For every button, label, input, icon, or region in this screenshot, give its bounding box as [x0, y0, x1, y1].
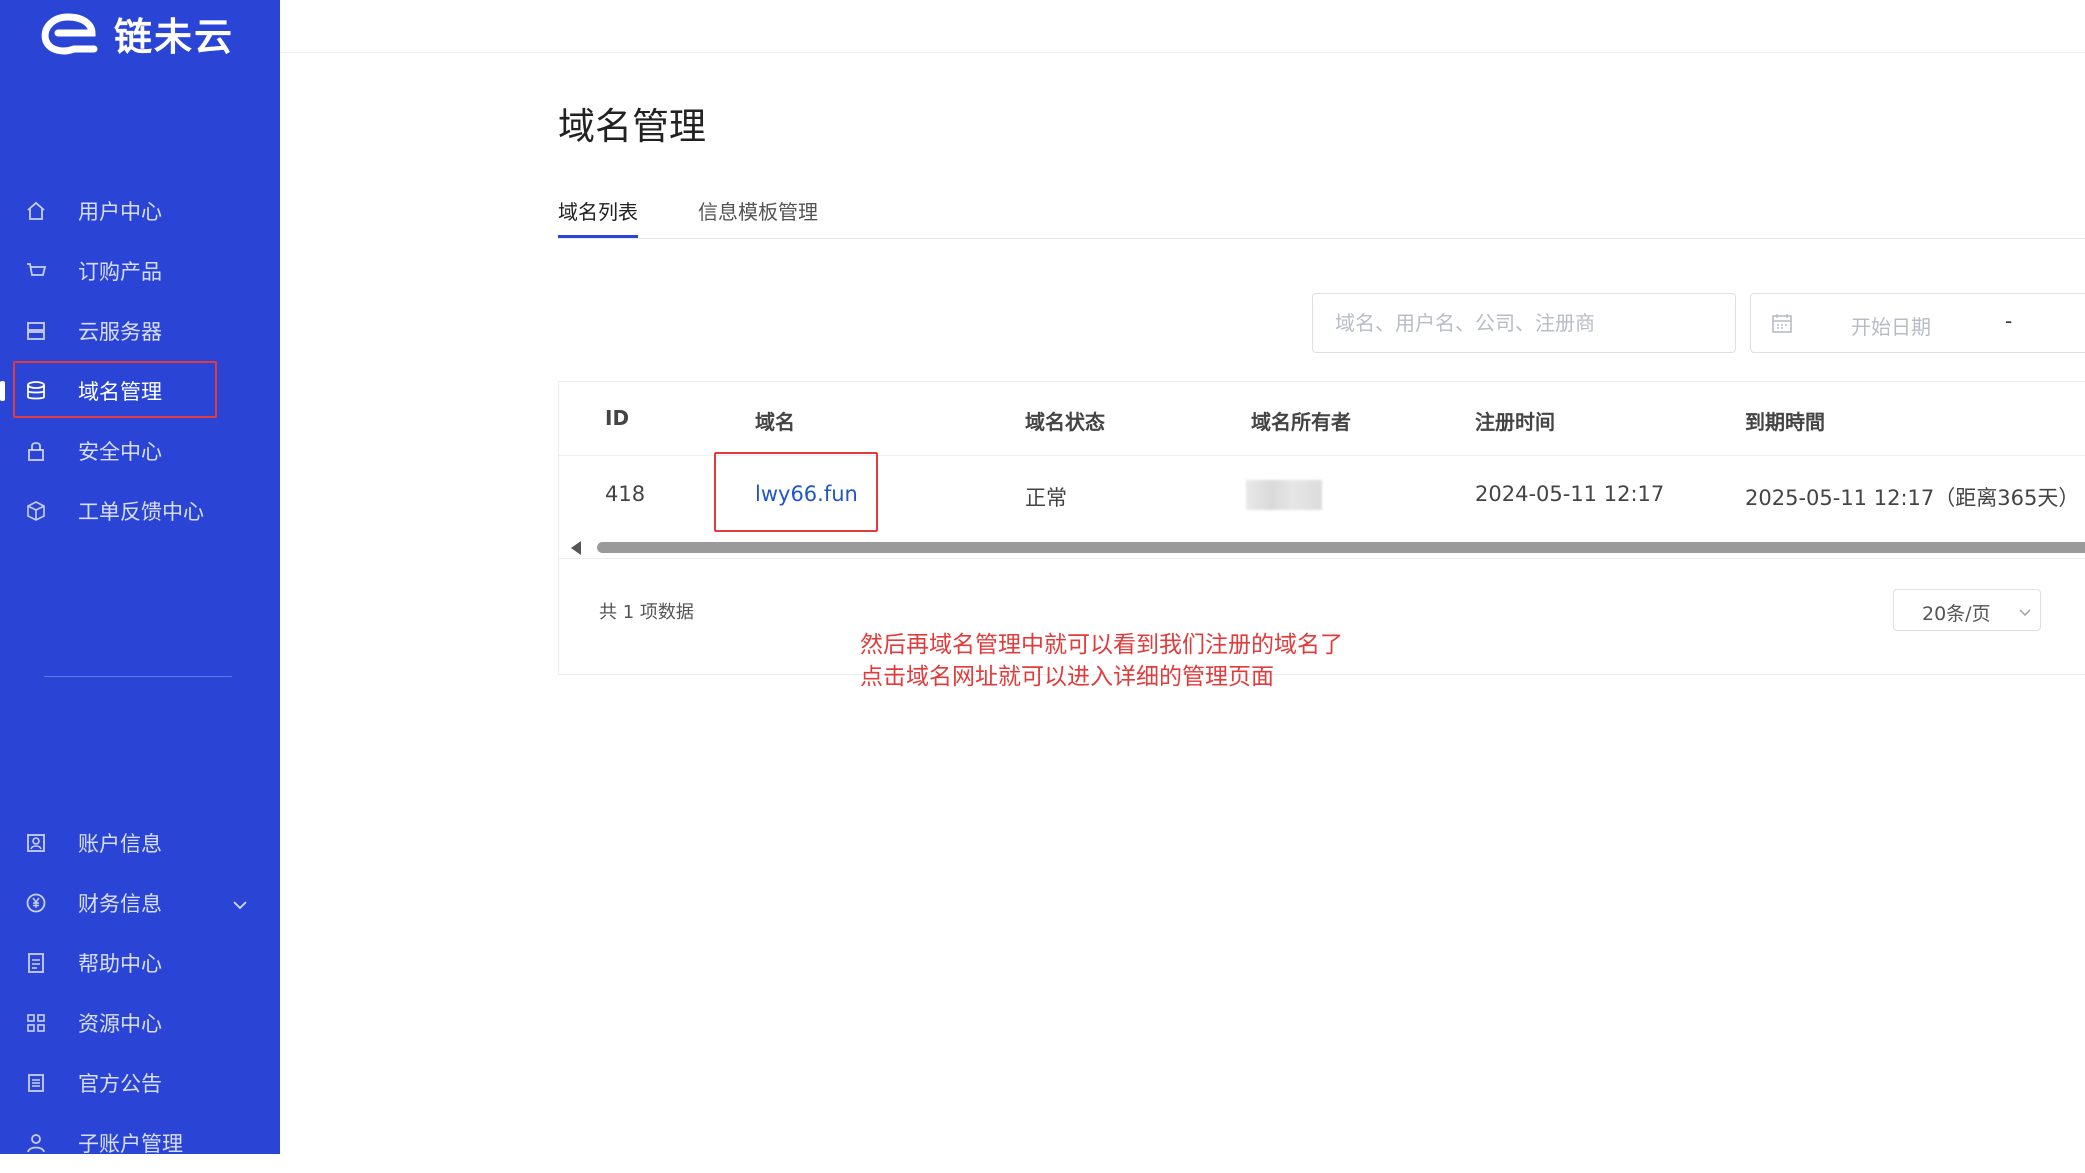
chevron-down-icon[interactable]	[232, 891, 248, 915]
user-card-icon	[24, 831, 48, 855]
highlight-box-sidebar	[13, 361, 217, 418]
notice-icon	[24, 1071, 48, 1095]
page-size-select[interactable]: 20条/页	[1893, 589, 2041, 631]
cell-status: 正常	[1025, 486, 1067, 510]
cube-icon	[24, 499, 48, 523]
sidebar-item-label: 订购产品	[78, 260, 162, 284]
sidebar-item-label: 用户中心	[78, 200, 162, 224]
sidebar-item-sub-account[interactable]: 子账户管理	[0, 1113, 280, 1173]
sidebar-item-label: 工单反馈中心	[78, 500, 204, 524]
cart-icon	[24, 259, 48, 283]
annotation-line-2: 点击域名网址就可以进入详细的管理页面	[860, 664, 1274, 690]
column-header-registered: 注册时间	[1475, 410, 1555, 434]
scrollbar-thumb[interactable]	[597, 542, 2085, 553]
doc-icon	[24, 951, 48, 975]
home-icon	[24, 199, 48, 223]
active-indicator	[0, 381, 5, 401]
column-header-expires: 到期時間	[1745, 410, 1825, 434]
sidebar-item-user-center[interactable]: 用户中心	[0, 181, 280, 241]
highlight-box-domain	[714, 452, 878, 532]
annotation-text: 然后再域名管理中就可以看到我们注册的域名了 点击域名网址就可以进入详细的管理页面	[860, 629, 1343, 693]
lock-icon	[24, 439, 48, 463]
date-range-picker[interactable]: 开始日期 -	[1750, 293, 2085, 353]
date-separator: -	[2005, 309, 2013, 333]
sidebar-item-label: 安全中心	[78, 440, 162, 464]
owner-blurred	[1246, 480, 1322, 510]
server-icon	[24, 319, 48, 343]
column-header-id: ID	[605, 406, 630, 430]
annotation-line-1: 然后再域名管理中就可以看到我们注册的域名了	[860, 632, 1343, 658]
search-input[interactable]	[1313, 294, 1735, 352]
sidebar-item-official-notice[interactable]: 官方公告	[0, 1053, 280, 1113]
sidebar-item-label: 帮助中心	[78, 952, 162, 976]
sidebar-item-security-center[interactable]: 安全中心	[0, 421, 280, 481]
calendar-icon	[1771, 312, 1793, 338]
cell-id: 418	[605, 482, 646, 506]
yuan-icon	[24, 891, 48, 915]
sub-account-icon	[24, 1131, 48, 1155]
tab-bar: 域名列表 信息模板管理	[558, 180, 2085, 239]
tab-active-underline	[558, 235, 638, 238]
sidebar-item-cloud-server[interactable]: 云服务器	[0, 301, 280, 361]
sidebar-item-order-products[interactable]: 订购产品	[0, 241, 280, 301]
sidebar-item-resource-center[interactable]: 资源中心	[0, 993, 280, 1053]
cell-registered: 2024-05-11 12:17	[1475, 482, 1665, 506]
sidebar-item-ticket-feedback[interactable]: 工单反馈中心	[0, 481, 280, 541]
sidebar-item-label: 财务信息	[78, 892, 162, 916]
scroll-left-icon[interactable]	[571, 541, 581, 555]
page-size-value: 20条/页	[1922, 603, 1991, 625]
sidebar-item-account-info[interactable]: 账户信息	[0, 813, 280, 873]
sidebar-item-label: 官方公告	[78, 1072, 162, 1096]
top-bar	[280, 0, 2085, 53]
grid-icon	[24, 1011, 48, 1035]
logo-mark-icon	[41, 13, 98, 55]
sidebar-item-label: 资源中心	[78, 1012, 162, 1036]
tab-info-template[interactable]: 信息模板管理	[698, 196, 818, 225]
cell-expires: 2025-05-11 12:17（距离365天）	[1745, 486, 2080, 510]
sidebar-item-label: 账户信息	[78, 832, 162, 856]
horizontal-scrollbar[interactable]	[559, 536, 2085, 559]
tab-domain-list[interactable]: 域名列表	[558, 196, 638, 225]
sidebar-item-help-center[interactable]: 帮助中心	[0, 933, 280, 993]
brand-name: 链未云	[114, 14, 235, 59]
column-header-domain: 域名	[755, 410, 795, 434]
sidebar: 链未云 用户中心 订购产品 云服务器 域名管理 安全中心 工单反馈中心 账户信息…	[0, 0, 280, 1156]
start-date-input[interactable]: 开始日期	[1851, 311, 1931, 340]
total-count: 共 1 项数据	[599, 602, 694, 623]
sidebar-item-finance-info[interactable]: 财务信息	[0, 873, 280, 933]
search-box[interactable]	[1312, 293, 1736, 353]
brand-logo[interactable]: 链未云	[38, 8, 235, 59]
column-header-owner: 域名所有者	[1251, 410, 1351, 434]
sidebar-item-label: 云服务器	[78, 320, 162, 344]
page-title: 域名管理	[558, 105, 706, 148]
column-header-status: 域名状态	[1025, 410, 1105, 434]
chevron-down-icon	[2018, 600, 2032, 622]
sidebar-divider	[44, 676, 232, 677]
